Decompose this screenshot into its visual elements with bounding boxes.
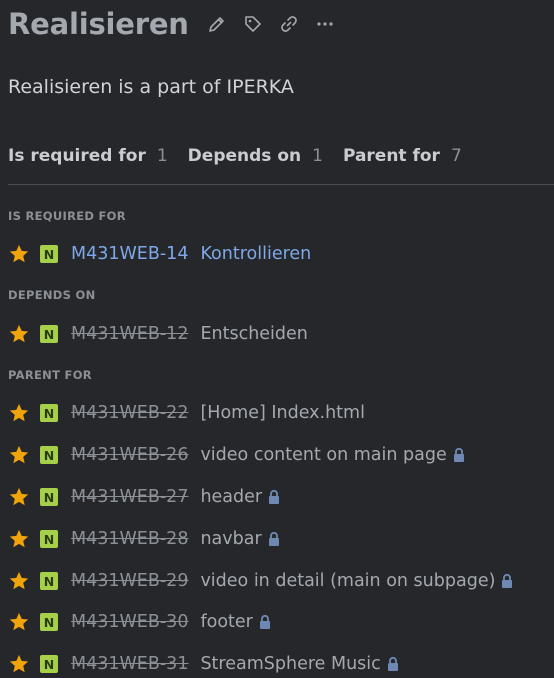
lock-icon — [268, 531, 279, 546]
issue-key-link[interactable]: M431WEB-28 — [71, 529, 188, 549]
star-icon[interactable] — [8, 243, 30, 265]
tag-icon[interactable] — [243, 14, 263, 34]
star-icon[interactable] — [8, 570, 30, 592]
issue-summary[interactable]: [Home] Index.html — [200, 403, 365, 423]
issue-row[interactable]: N M431WEB-30 footer — [8, 608, 272, 636]
issue-row[interactable]: N M431WEB-28 navbar — [8, 525, 281, 553]
issue-key-link[interactable]: M431WEB-29 — [71, 571, 188, 591]
issue-key-link[interactable]: M431WEB-22 — [71, 403, 188, 423]
issue-key-link[interactable]: M431WEB-27 — [71, 487, 188, 507]
issue-summary[interactable]: video in detail (main on subpage) — [200, 571, 495, 591]
issue-type-badge: N — [40, 446, 58, 464]
issue-row[interactable]: N M431WEB-29 video in detail (main on su… — [8, 567, 514, 595]
issue-key-link[interactable]: M431WEB-14 — [71, 244, 188, 264]
star-icon[interactable] — [8, 444, 30, 466]
issue-row[interactable]: N M431WEB-14 Kontrollieren — [8, 240, 311, 268]
issue-row[interactable]: N M431WEB-31 StreamSphere Music — [8, 650, 400, 678]
section-heading-required-for: IS REQUIRED FOR — [8, 209, 126, 223]
lock-icon — [387, 656, 398, 671]
issue-key-link[interactable]: M431WEB-26 — [71, 445, 188, 465]
tab-label: Parent for — [342, 146, 440, 166]
issue-row[interactable]: N M431WEB-26 video content on main page — [8, 441, 466, 469]
lock-icon — [502, 573, 513, 588]
star-icon[interactable] — [8, 528, 30, 550]
issue-type-badge: N — [40, 613, 58, 631]
link-icon[interactable] — [279, 14, 299, 34]
issue-summary[interactable]: navbar — [200, 529, 261, 549]
issue-type-badge: N — [40, 245, 58, 263]
tab-count: 1 — [156, 146, 168, 166]
star-icon[interactable] — [8, 486, 30, 508]
issue-row[interactable]: N M431WEB-22 [Home] Index.html — [8, 399, 365, 427]
issue-type-badge: N — [40, 488, 58, 506]
issue-key-link[interactable]: M431WEB-12 — [71, 324, 188, 344]
issue-summary[interactable]: StreamSphere Music — [200, 654, 380, 674]
tab-is-required-for[interactable]: Is required for 1 — [8, 146, 168, 166]
issue-key-link[interactable]: M431WEB-31 — [71, 654, 188, 674]
tab-label: Depends on — [187, 146, 302, 166]
tab-parent-for[interactable]: Parent for 7 — [343, 146, 462, 166]
issue-type-badge: N — [40, 404, 58, 422]
issue-summary[interactable]: footer — [200, 612, 252, 632]
issue-summary[interactable]: header — [200, 487, 262, 507]
issue-type-badge: N — [40, 572, 58, 590]
section-heading-depends-on: DEPENDS ON — [8, 288, 96, 302]
relation-tabs: Is required for 1 Depends on 1 Parent fo… — [8, 146, 482, 166]
issue-key-link[interactable]: M431WEB-30 — [71, 612, 188, 632]
section-heading-parent-for: PARENT FOR — [8, 368, 92, 382]
issue-description: Realisieren is a part of IPERKA — [8, 76, 294, 98]
issue-summary[interactable]: Kontrollieren — [200, 244, 311, 264]
lock-icon — [453, 447, 464, 462]
star-icon[interactable] — [8, 611, 30, 633]
issue-type-badge: N — [40, 325, 58, 343]
issue-title[interactable]: Realisieren — [8, 7, 189, 41]
lock-icon — [269, 489, 280, 504]
issue-summary[interactable]: Entscheiden — [200, 324, 307, 344]
tab-depends-on[interactable]: Depends on 1 — [188, 146, 323, 166]
star-icon[interactable] — [8, 402, 30, 424]
issue-type-badge: N — [40, 530, 58, 548]
tab-label: Is required for — [8, 146, 146, 166]
issue-row[interactable]: N M431WEB-27 header — [8, 483, 281, 511]
tab-count: 7 — [450, 146, 462, 166]
issue-header: Realisieren — [8, 2, 335, 46]
pencil-icon[interactable] — [207, 14, 227, 34]
title-actions — [207, 14, 335, 34]
issue-summary[interactable]: video content on main page — [200, 445, 446, 465]
tabs-divider — [8, 184, 554, 185]
issue-type-badge: N — [40, 655, 58, 673]
more-icon[interactable] — [315, 14, 335, 34]
star-icon[interactable] — [8, 653, 30, 675]
star-icon[interactable] — [8, 323, 30, 345]
lock-icon — [259, 614, 270, 629]
tab-count: 1 — [312, 146, 323, 166]
issue-row[interactable]: N M431WEB-12 Entscheiden — [8, 320, 308, 348]
